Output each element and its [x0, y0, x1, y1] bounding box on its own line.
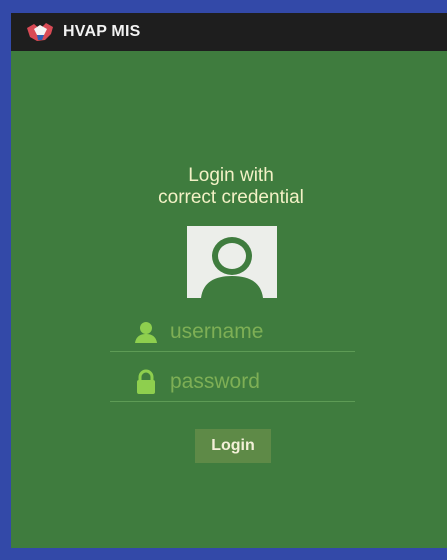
app-bar: HVAP MIS: [11, 13, 447, 51]
app-title: HVAP MIS: [63, 23, 141, 40]
password-field: [110, 363, 355, 402]
heading-line-1: Login with: [188, 165, 274, 186]
app-logo-icon: [25, 19, 55, 45]
username-field: [110, 313, 355, 352]
password-input[interactable]: [168, 369, 352, 395]
login-heading: Login with correct credential: [111, 165, 351, 209]
device-frame: HVAP MIS Login with correct credential u…: [0, 0, 447, 560]
user-avatar-icon: [187, 226, 277, 298]
heading-line-2: correct credential: [158, 187, 304, 208]
person-icon: [130, 318, 162, 346]
login-button[interactable]: Login: [195, 429, 271, 463]
lock-icon: [130, 368, 162, 396]
username-input[interactable]: [168, 319, 352, 345]
app-screen: HVAP MIS Login with correct credential u…: [11, 13, 447, 548]
